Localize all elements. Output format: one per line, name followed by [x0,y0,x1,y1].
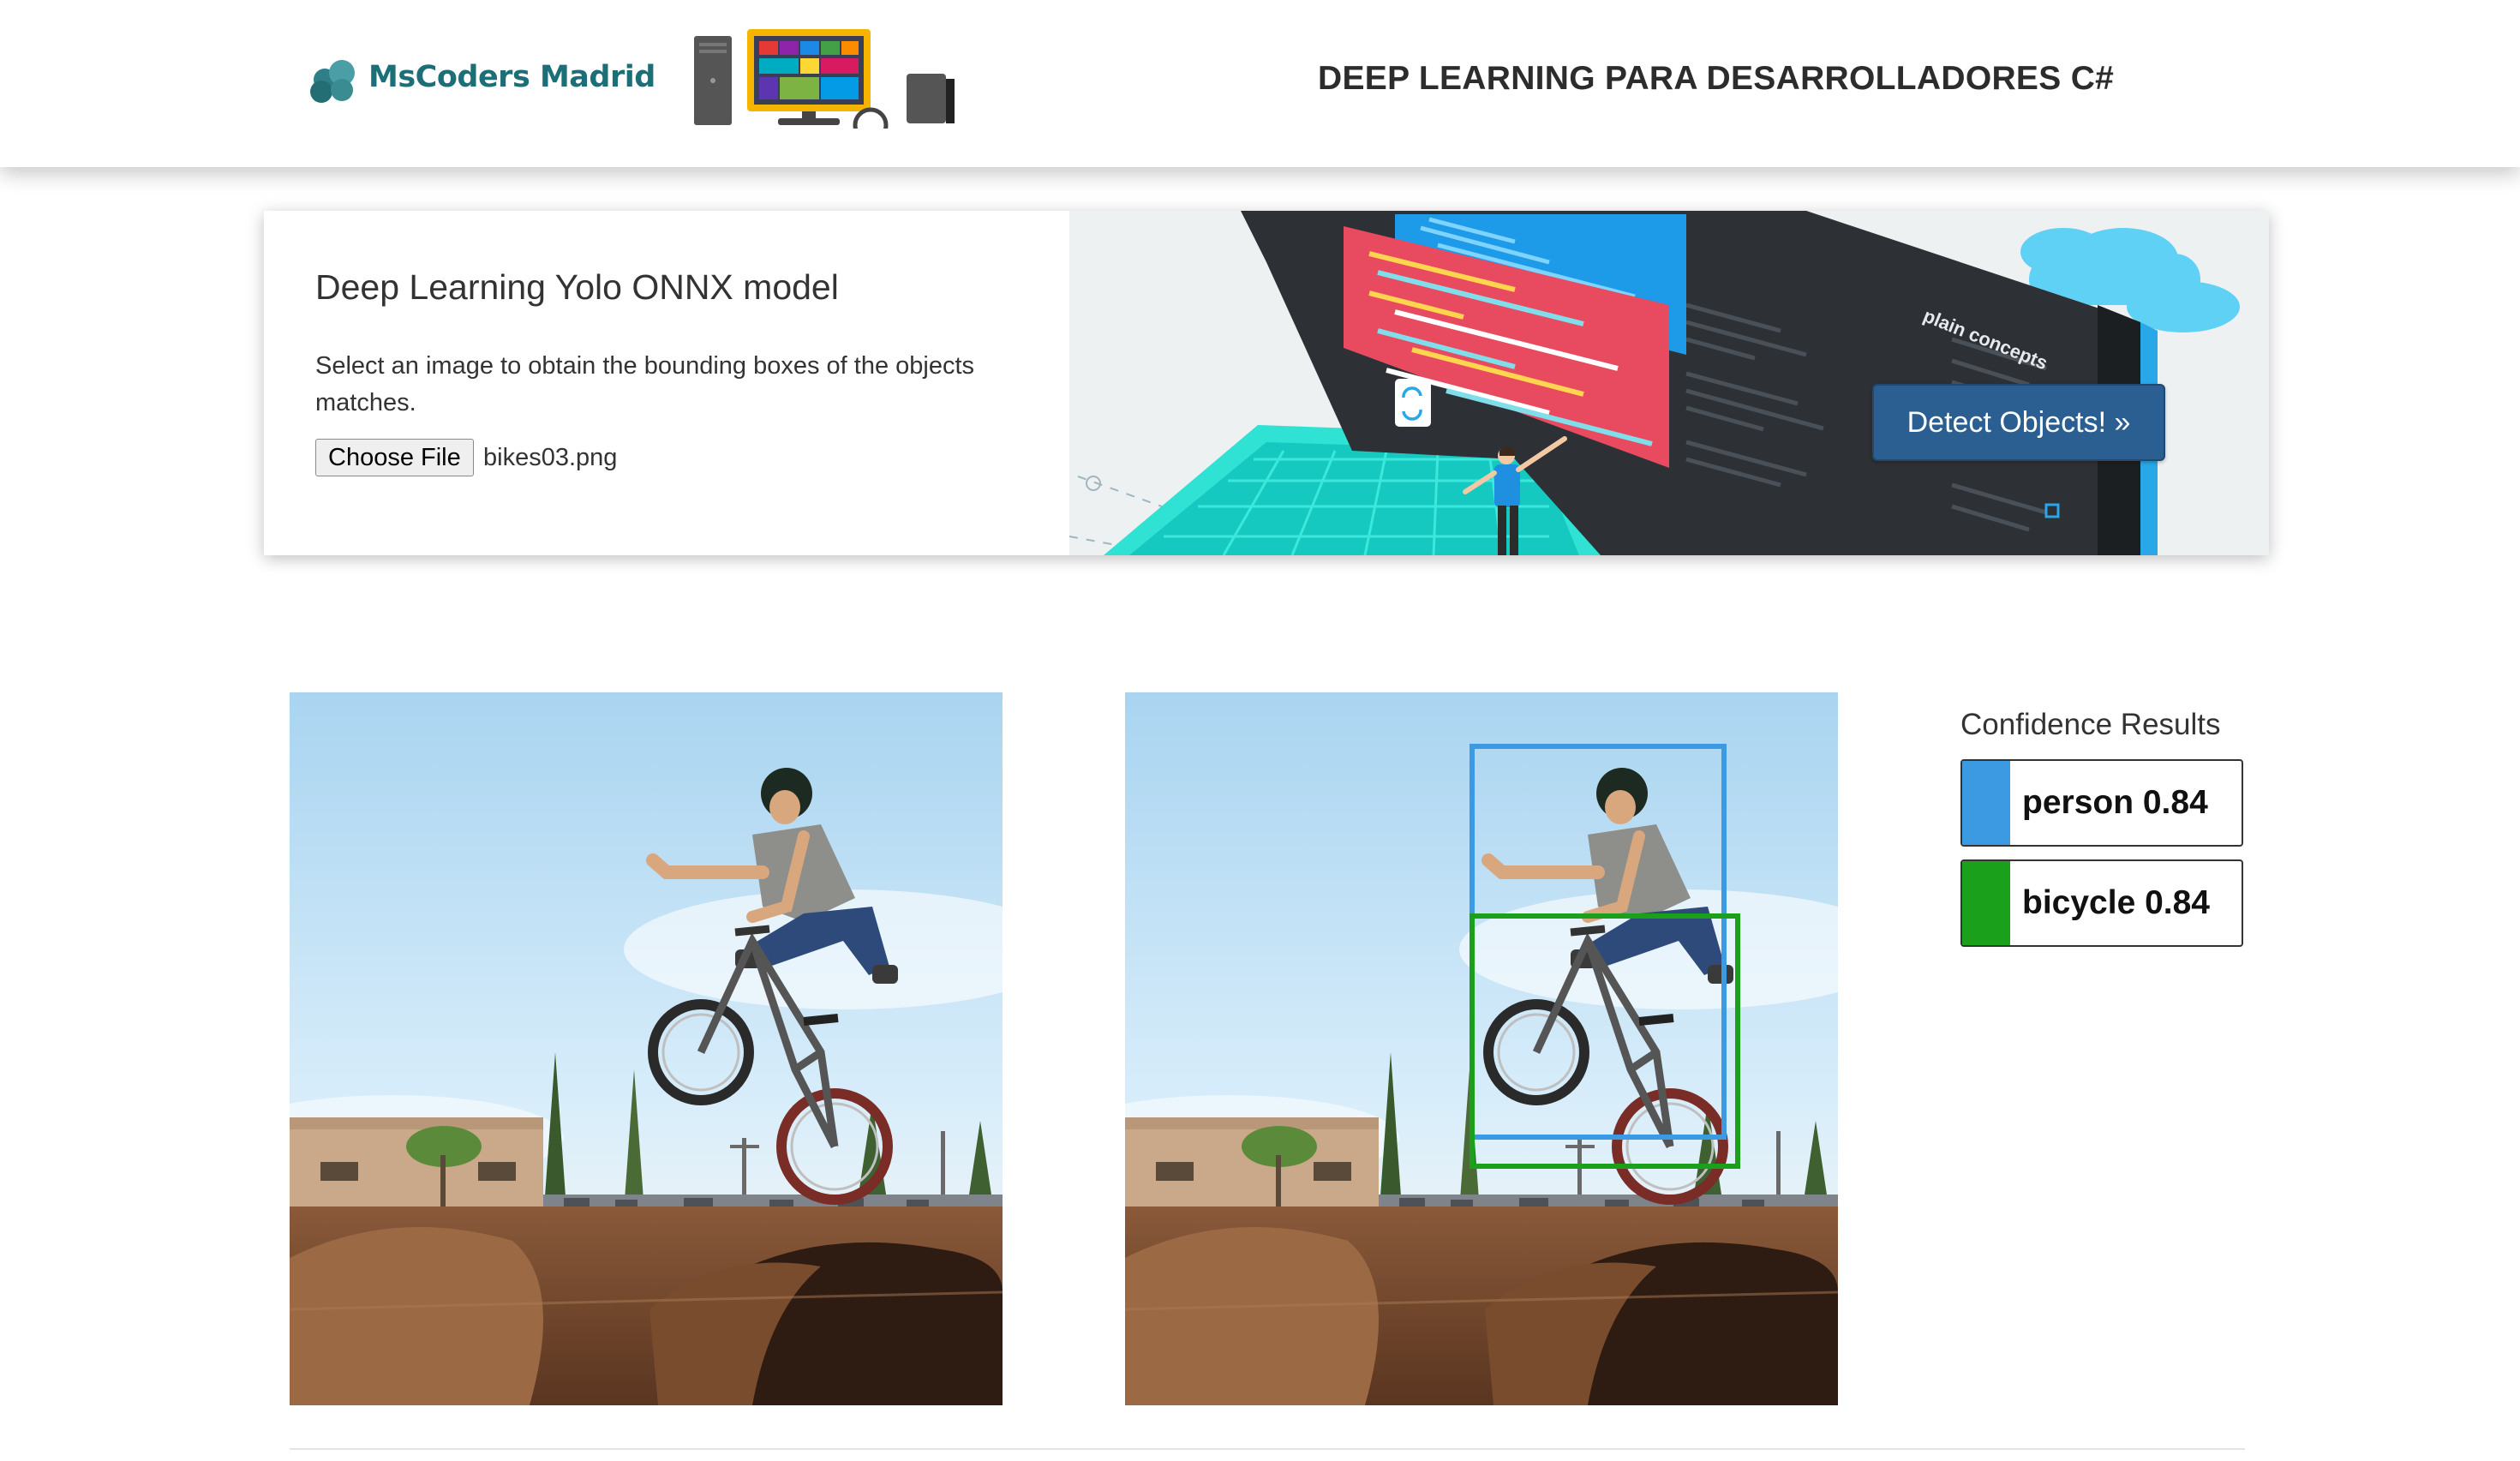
detect-objects-button[interactable]: Detect Objects! » [1872,384,2165,461]
result-item-bicycle: bicycle 0.84 [1960,859,2243,947]
selected-file-name: bikes03.png [483,444,618,471]
top-header: MsCoders Madrid DEEP LEARNING PARA DESAR… [0,0,2520,167]
choose-file-button[interactable]: Choose File [315,439,474,476]
result-item-person: person 0.84 [1960,759,2243,847]
hero-description: Select an image to obtain the bounding b… [315,352,975,416]
hero-illustration: plain concepts [1069,211,2269,555]
result-image [1125,692,1838,1405]
original-image [290,692,1003,1405]
mscoders-logo-icon [310,57,358,103]
result-label-person: person 0.84 [2022,784,2208,821]
confidence-results-title: Confidence Results [1960,708,2221,741]
result-label-bicycle: bicycle 0.84 [2022,884,2210,921]
hero-form: Deep Learning Yolo ONNX model Select an … [264,211,1069,555]
hero-heading: Deep Learning Yolo ONNX model [315,267,839,307]
bmx-photo [290,692,1003,1405]
logo-text: MsCoders Madrid [368,60,655,94]
page-title: DEEP LEARNING PARA DESARROLLADORES C# [1318,60,2115,97]
desktop-computer-icon [694,29,955,129]
hero-card: Deep Learning Yolo ONNX model Select an … [264,211,2269,555]
person-color-swatch [1962,761,2010,845]
bottom-divider [290,1448,2245,1450]
mscoders-logo[interactable]: MsCoders Madrid [310,55,655,106]
bicycle-color-swatch [1962,861,2010,945]
bicycle-bounding-box [1470,913,1740,1169]
